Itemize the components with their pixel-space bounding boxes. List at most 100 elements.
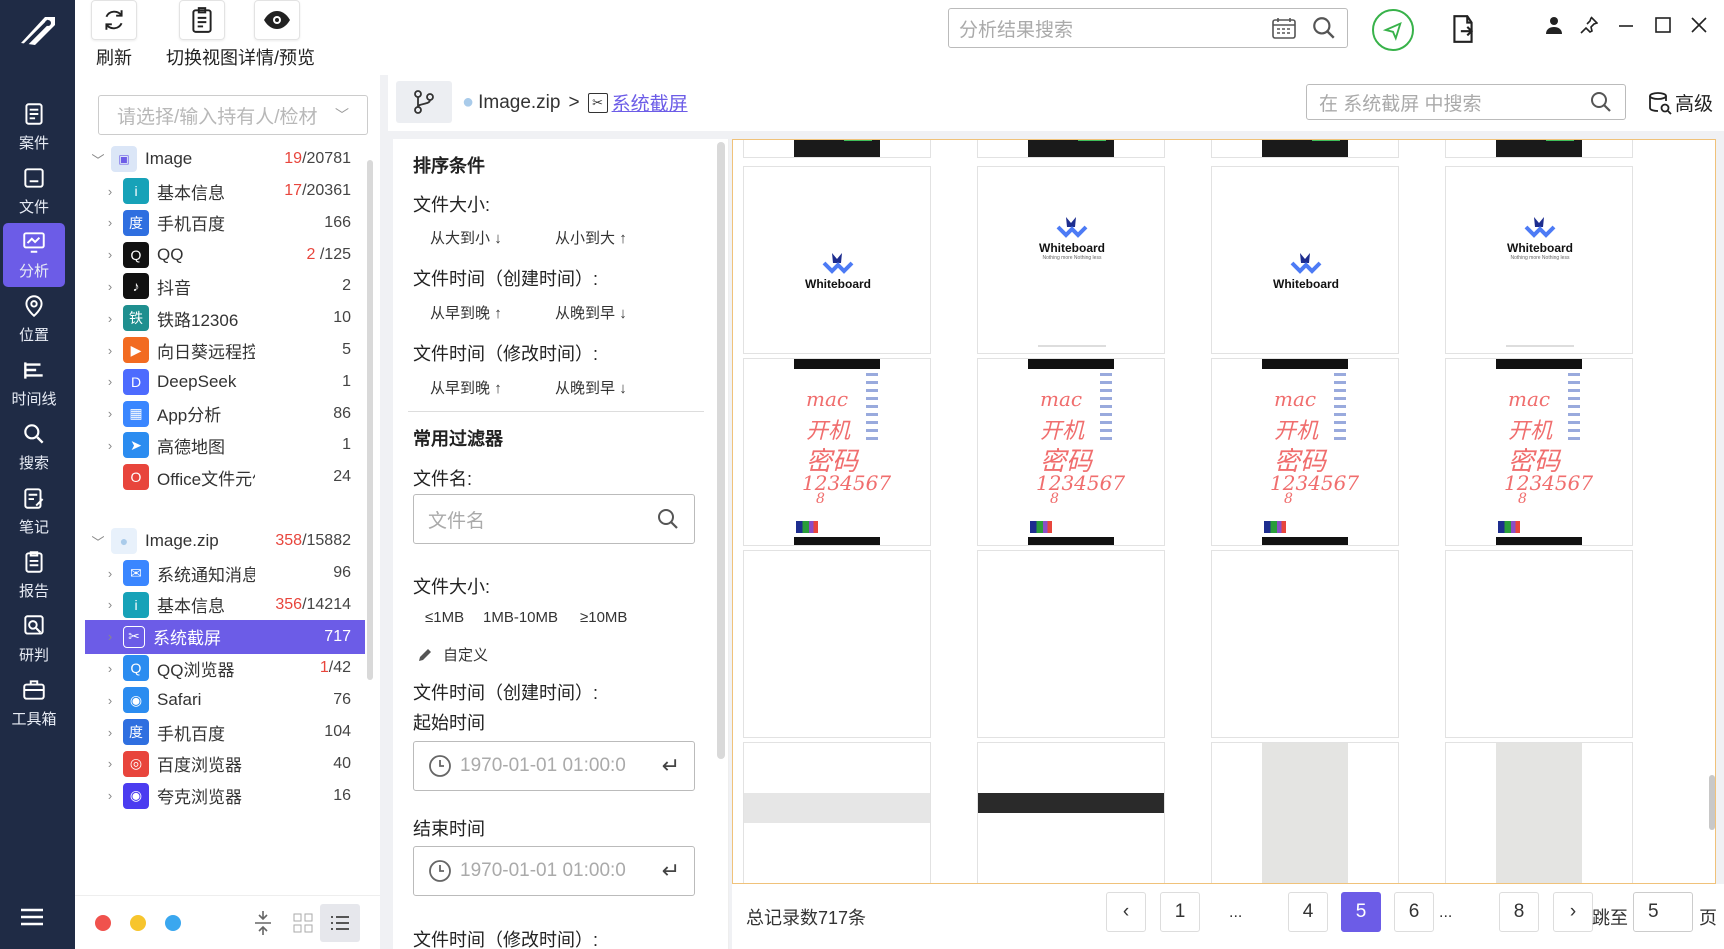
tree-item[interactable]: › ✂ 系统截屏 717 xyxy=(85,619,365,654)
refresh-button[interactable]: 刷新 xyxy=(91,0,137,70)
yellow-dot-icon[interactable] xyxy=(130,915,146,931)
nav-case[interactable]: 案件 xyxy=(3,95,65,159)
chevron-down-icon[interactable]: ﹀ xyxy=(85,532,111,551)
tree-group[interactable]: ﹀ ● Image.zip 358/15882 xyxy=(85,524,365,558)
nav-report[interactable]: 报告 xyxy=(3,543,65,607)
page-button[interactable]: 6 xyxy=(1394,892,1434,932)
page-button[interactable]: 4 xyxy=(1288,892,1328,932)
tree-group[interactable]: ﹀ ▣ Image 19/20781 xyxy=(85,142,365,176)
screenshot-thumbnail[interactable] xyxy=(1211,742,1399,883)
screenshot-thumbnail[interactable] xyxy=(1445,742,1633,883)
next-page-button[interactable]: › xyxy=(1553,892,1593,932)
chevron-right-icon[interactable]: › xyxy=(85,629,123,644)
nav-toolbox[interactable]: 工具箱 xyxy=(3,671,65,735)
screenshot-thumbnail[interactable]: mac 开机 密码 1234567 8 xyxy=(1211,358,1399,546)
chevron-right-icon[interactable]: › xyxy=(85,215,123,230)
screenshot-thumbnail[interactable] xyxy=(1211,550,1399,738)
enter-icon[interactable]: ↵ xyxy=(662,753,680,779)
advanced-search-button[interactable]: 高级 xyxy=(1648,89,1713,116)
tree-item[interactable]: O Office文件元信息 24 xyxy=(85,460,365,494)
screenshot-thumbnail[interactable]: mac 开机 密码 1234567 8 xyxy=(1445,358,1633,546)
nav-location[interactable]: 位置 xyxy=(3,287,65,351)
start-time-input[interactable]: 1970-01-01 01:00:0 ↵ xyxy=(413,741,695,791)
sort-mtime-late[interactable]: 从晚到早 ↓ xyxy=(555,377,627,398)
size-option-medium[interactable]: 1MB-10MB xyxy=(483,609,558,626)
chevron-right-icon[interactable]: › xyxy=(85,343,123,358)
tree-item[interactable]: › i 基本信息 17/20361 xyxy=(85,174,365,208)
page-button[interactable]: 1 xyxy=(1160,892,1200,932)
tree-item[interactable]: › Q QQ 2 /125 xyxy=(85,238,365,272)
tree-scrollbar[interactable] xyxy=(367,160,373,680)
result-search-input[interactable]: 分析结果搜索 xyxy=(948,8,1348,48)
tree-item[interactable]: › ➤ 高德地图 1 xyxy=(85,428,365,462)
prev-page-button[interactable]: ‹ xyxy=(1106,892,1146,932)
nav-timeline[interactable]: 时间线 xyxy=(3,351,65,415)
owner-select[interactable]: 请选择/输入持有人/检材 ﹀ xyxy=(98,95,368,135)
close-icon[interactable] xyxy=(1690,16,1708,39)
calendar-icon[interactable] xyxy=(1271,16,1297,40)
sort-ctime-early[interactable]: 从早到晚 ↑ xyxy=(430,302,502,323)
chevron-right-icon[interactable]: › xyxy=(85,788,123,803)
nav-analysis[interactable]: 分析 xyxy=(3,223,65,287)
tree-item[interactable]: › 铁铁路12306 10 xyxy=(85,301,365,335)
chevron-right-icon[interactable]: › xyxy=(85,438,123,453)
red-dot-icon[interactable] xyxy=(95,915,111,931)
enter-icon[interactable]: ↵ xyxy=(662,858,680,884)
screenshot-thumbnail[interactable]: Whiteboard Nothing more Nothing less xyxy=(1445,166,1633,354)
chevron-right-icon[interactable]: › xyxy=(85,693,123,708)
breadcrumb-current[interactable]: 系统截屏 xyxy=(612,89,688,116)
nav-judge[interactable]: 研判 xyxy=(3,607,65,671)
sort-ctime-late[interactable]: 从晚到早 ↓ xyxy=(555,302,627,323)
size-option-large[interactable]: ≥10MB xyxy=(580,609,627,626)
search-icon[interactable] xyxy=(1589,90,1613,114)
chevron-right-icon[interactable]: › xyxy=(85,566,123,581)
hamburger-menu-icon[interactable] xyxy=(20,908,44,931)
gallery-scrollbar[interactable] xyxy=(1709,775,1715,830)
chevron-right-icon[interactable]: › xyxy=(85,661,123,676)
chevron-right-icon[interactable]: › xyxy=(85,756,123,771)
screenshot-thumbnail[interactable] xyxy=(743,140,931,158)
filter-scrollbar[interactable] xyxy=(717,142,725,759)
size-option-small[interactable]: ≤1MB xyxy=(425,609,464,626)
search-icon[interactable] xyxy=(1311,15,1337,41)
detail-preview-button[interactable]: 详情/预览 xyxy=(238,0,315,70)
chevron-right-icon[interactable]: › xyxy=(85,279,123,294)
chevron-right-icon[interactable]: › xyxy=(85,311,123,326)
chevron-right-icon[interactable]: › xyxy=(85,184,123,199)
screenshot-thumbnail[interactable] xyxy=(1445,140,1633,158)
screenshot-thumbnail[interactable]: Whiteboard xyxy=(1211,166,1399,354)
scoped-search-input[interactable]: 在 系统截屏 中搜索 xyxy=(1306,84,1626,120)
maximize-icon[interactable] xyxy=(1654,16,1672,39)
breadcrumb-root[interactable]: Image.zip xyxy=(478,92,560,114)
screenshot-thumbnail[interactable]: Whiteboard Nothing more Nothing less xyxy=(977,166,1165,354)
tree-item[interactable]: › 度手机百度 166 xyxy=(85,206,365,240)
sort-mtime-early[interactable]: 从早到晚 ↑ xyxy=(430,377,502,398)
tree-item[interactable]: › ▦ App分析 86 xyxy=(85,397,365,431)
custom-size-button[interactable]: 自定义 xyxy=(417,644,488,665)
sort-size-desc[interactable]: 从大到小 ↓ xyxy=(430,227,502,248)
sort-size-asc[interactable]: 从小到大 ↑ xyxy=(555,227,627,248)
pin-icon[interactable] xyxy=(1580,16,1599,39)
goto-page-input[interactable]: 5 xyxy=(1633,892,1693,932)
export-icon[interactable] xyxy=(1450,14,1476,49)
screenshot-thumbnail[interactable] xyxy=(743,742,931,883)
screenshot-thumbnail[interactable]: Whiteboard xyxy=(743,166,931,354)
chevron-down-icon[interactable]: ﹀ xyxy=(85,150,111,169)
chevron-right-icon[interactable]: › xyxy=(85,247,123,262)
screenshot-thumbnail[interactable]: mac 开机 密码 1234567 8 xyxy=(743,358,931,546)
chevron-right-icon[interactable]: › xyxy=(85,374,123,389)
tree-item[interactable]: › D DeepSeek 1 xyxy=(85,365,365,399)
nav-notes[interactable]: 笔记 xyxy=(3,479,65,543)
screenshot-thumbnail[interactable] xyxy=(743,550,931,738)
branch-icon[interactable] xyxy=(396,81,452,123)
blue-dot-icon[interactable] xyxy=(165,915,181,931)
screenshot-thumbnail[interactable] xyxy=(977,550,1165,738)
tree-item[interactable]: › i 基本信息 356/14214 xyxy=(85,588,365,622)
page-button[interactable]: 8 xyxy=(1499,892,1539,932)
nav-file[interactable]: 文件 xyxy=(3,159,65,223)
tree-item[interactable]: › ♪ 抖音 2 xyxy=(85,269,365,303)
tree-item[interactable]: › ◉ Safari 76 xyxy=(85,683,365,717)
user-icon[interactable] xyxy=(1545,16,1563,39)
nav-search[interactable]: 搜索 xyxy=(3,415,65,479)
grid-view-icon[interactable] xyxy=(293,913,313,938)
